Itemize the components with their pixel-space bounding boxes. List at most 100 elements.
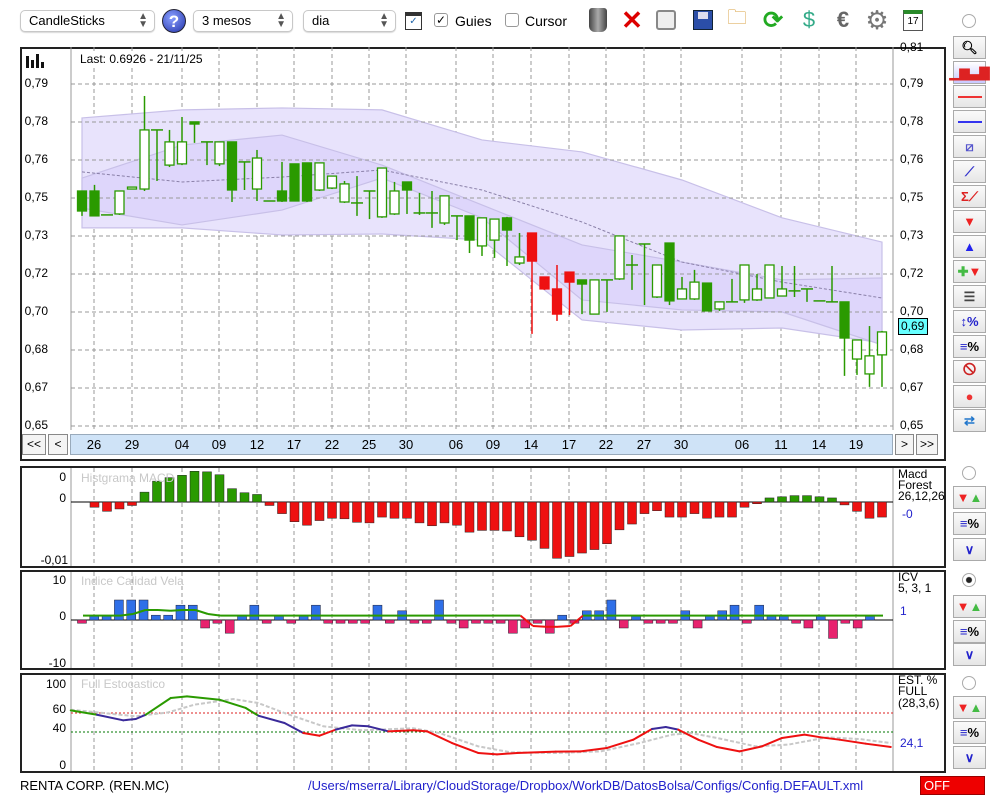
candle-body (401, 181, 413, 191)
date-strip[interactable] (70, 434, 893, 455)
macd-bar (427, 501, 437, 527)
date-label: 09 (485, 437, 501, 452)
macd-bar (264, 501, 275, 506)
buy-arrow-button[interactable]: ▲ (953, 235, 986, 258)
macd-bar (377, 501, 387, 518)
channel-button[interactable]: ⧄ (953, 135, 986, 158)
sigma-trendline-icon: Σ⟋ (961, 188, 978, 204)
macd-bar (239, 492, 250, 503)
y-axis-top-label: 0,81 (900, 40, 924, 54)
icv-bar (114, 599, 124, 621)
candle-body (464, 215, 475, 241)
stoch-params: (28,3,6) (898, 696, 940, 710)
stoch-title: Full Estocastico (81, 677, 166, 691)
macd-signals-button[interactable]: ▼▲ (953, 486, 986, 509)
macd-bar (802, 495, 812, 503)
date-label: 29 (124, 437, 140, 452)
lines-percent-icon: ≡% (959, 624, 980, 639)
blue-line-button[interactable] (953, 110, 986, 133)
macd-bar (314, 501, 325, 521)
candle-body (76, 190, 88, 212)
icv-bar (212, 619, 223, 624)
add-signal-button[interactable]: ✚▼ (953, 260, 986, 283)
sell-arrow-button[interactable]: ▼ (953, 210, 986, 233)
macd-bar (289, 501, 300, 522)
icv-title: Indice Calidad Vela (81, 574, 184, 588)
stoch-k-line (218, 698, 247, 709)
grid-lines-button[interactable]: ☰ (953, 285, 986, 308)
macd-bar (114, 501, 125, 510)
nav-first-button[interactable]: << (22, 434, 46, 455)
candle-body (526, 232, 538, 262)
date-label: 17 (286, 437, 302, 452)
macd-bar (489, 501, 500, 531)
config-path-link[interactable]: /Users/mserra/Library/CloudStorage/Dropb… (308, 778, 863, 793)
y-axis-label: 0,68 (24, 342, 48, 356)
y-axis-label: 0,76 (900, 152, 924, 166)
macd-curve-button[interactable]: ∨ (953, 538, 986, 561)
macd-bar (602, 501, 612, 545)
stoch-y-label: 100 (45, 677, 66, 691)
icv-curve-button[interactable]: ∨ (953, 643, 986, 666)
stoch-k-line (651, 725, 667, 730)
y-axis-label: 0,70 (900, 304, 924, 318)
icv-bar (668, 619, 678, 624)
swap-button[interactable]: ⇄ (953, 409, 986, 432)
lines-percent-button[interactable]: ≡% (953, 335, 986, 358)
icv-bar (742, 619, 752, 624)
trendline-button[interactable]: ⟋ (953, 160, 986, 183)
nav-prev-button[interactable]: < (48, 434, 68, 455)
candle-body (514, 256, 525, 264)
icv-bar (532, 619, 543, 624)
candle-body (664, 242, 675, 302)
candle-body (251, 157, 263, 190)
clear-button[interactable]: 🛇 (953, 360, 986, 383)
red-line-button[interactable] (953, 85, 986, 108)
plus-arrow-icon: ✚▼ (957, 263, 982, 279)
red-dot-icon: ● (965, 389, 974, 404)
macd-bar (339, 501, 350, 520)
radio-icv[interactable] (962, 573, 976, 587)
icv-signal-line (532, 625, 546, 628)
lines-percent-icon: ≡% (959, 725, 980, 740)
macd-bar (414, 501, 425, 524)
candle-body (776, 288, 788, 297)
magnifier-icon: 🔍︎ (961, 39, 978, 55)
record-button[interactable]: ● (953, 385, 986, 408)
v-curve-icon: ∨ (964, 646, 975, 662)
sum-trendline-button[interactable]: Σ⟋ (953, 185, 986, 208)
nav-next-button[interactable]: > (895, 434, 914, 455)
candle-body (176, 141, 188, 165)
icv-y-label: -10 (48, 656, 66, 670)
macd-bar (752, 501, 762, 504)
macd-bar (464, 501, 475, 533)
stoch-curve-button[interactable]: ∨ (953, 746, 986, 769)
volume-overlay-button[interactable]: ▁▆▃▇ (950, 61, 990, 84)
icv-percent-button[interactable]: ≡% (953, 620, 986, 643)
icv-bar (200, 619, 210, 629)
candle-body (314, 162, 325, 191)
candle-body (564, 271, 575, 283)
radio-stoch[interactable] (962, 676, 976, 690)
status-off-button[interactable]: OFF (920, 776, 985, 795)
volume-chart-icon: ▁▆▃▇ (949, 64, 990, 80)
stoch-k-line (803, 733, 822, 739)
radio-macd[interactable] (962, 466, 976, 480)
macd-bar (877, 501, 887, 518)
candle-body (301, 162, 313, 202)
icv-bar (729, 604, 740, 621)
icv-signals-button[interactable]: ▼▲ (953, 595, 986, 618)
stoch-percent-button[interactable]: ≡% (953, 721, 986, 744)
zoom-button[interactable]: 🔍︎ (953, 36, 986, 59)
stoch-k-line (169, 695, 188, 699)
icv-bar (828, 619, 838, 639)
candle-body (164, 141, 175, 166)
stoch-k-line (697, 738, 718, 749)
nav-last-button[interactable]: >> (916, 434, 938, 455)
stoch-signals-button[interactable]: ▼▲ (953, 696, 986, 719)
macd-percent-button[interactable]: ≡% (953, 512, 986, 535)
date-label: 06 (448, 437, 464, 452)
date-label: 22 (598, 437, 614, 452)
range-percent-button[interactable]: ↕% (953, 310, 986, 333)
macd-bar (364, 501, 375, 524)
